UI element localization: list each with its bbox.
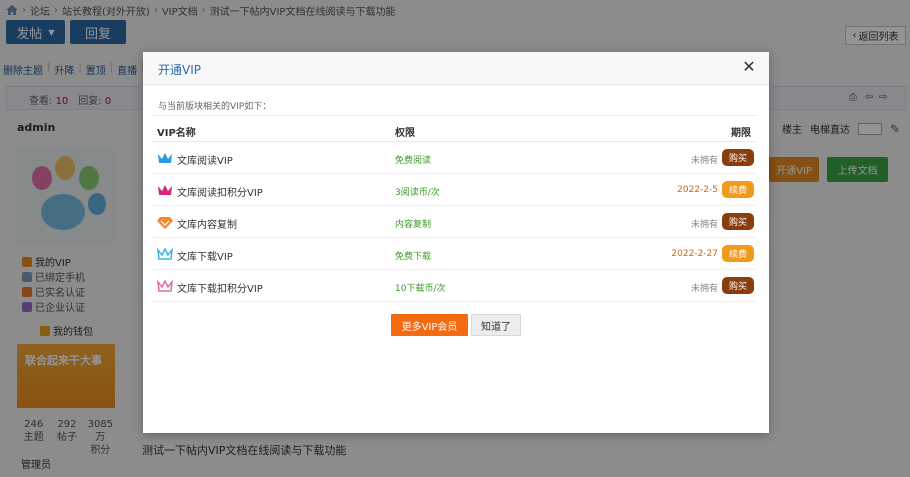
vip-name: 文库下载VIP bbox=[177, 252, 233, 263]
vip-permission: 免费下载 bbox=[395, 252, 432, 262]
buy-button[interactable]: 购买 bbox=[722, 213, 754, 230]
table-row: 文库下载VIP 免费下载 2022-2-27 续费 bbox=[152, 238, 756, 270]
table-row: 文库阅读扣积分VIP 3阅读币/次 2022-2-5 续费 bbox=[152, 174, 756, 206]
table-row: 文库阅读VIP 免费阅读 未拥有 购买 bbox=[152, 142, 756, 174]
vip-permission: 3阅读币/次 bbox=[395, 188, 440, 198]
table-row: 文库下载扣积分VIP 10下载币/次 未拥有 购买 bbox=[152, 270, 756, 302]
renew-button[interactable]: 续费 bbox=[722, 245, 754, 262]
vip-name: 文库下载扣积分VIP bbox=[177, 284, 263, 295]
renew-button[interactable]: 续费 bbox=[722, 181, 754, 198]
orange-diamond-icon bbox=[157, 217, 173, 229]
vip-permission: 免费阅读 bbox=[395, 156, 432, 166]
dialog-description: 与当前版块相关的VIP如下： bbox=[158, 102, 272, 112]
magenta-crown-icon bbox=[158, 185, 172, 195]
dialog-header: 开通VIP ✕ bbox=[143, 52, 769, 85]
vip-expiry: 2022-2-5 bbox=[677, 185, 718, 195]
vip-name: 文库阅读VIP bbox=[177, 156, 233, 167]
vip-permission: 内容复制 bbox=[395, 220, 432, 230]
column-name: VIP名称 bbox=[157, 128, 196, 139]
more-vip-button[interactable]: 更多VIP会员 bbox=[391, 314, 468, 336]
vip-expiry: 2022-2-27 bbox=[671, 249, 718, 259]
cyan-crown-icon bbox=[157, 248, 173, 260]
close-icon[interactable]: ✕ bbox=[741, 59, 757, 75]
vip-permission: 10下载币/次 bbox=[395, 284, 446, 294]
got-it-button[interactable]: 知道了 bbox=[471, 314, 521, 336]
table-row: 文库内容复制 内容复制 未拥有 购买 bbox=[152, 206, 756, 238]
vip-table-header: VIP名称 权限 期限 bbox=[152, 115, 756, 142]
vip-expiry: 未拥有 bbox=[690, 220, 718, 230]
vip-expiry: 未拥有 bbox=[690, 284, 718, 294]
vip-table: VIP名称 权限 期限 文库阅读VIP 免费阅读 未拥有 购买 文库阅读扣积分V… bbox=[152, 115, 756, 302]
blue-crown-icon bbox=[158, 153, 172, 163]
vip-name: 文库阅读扣积分VIP bbox=[177, 188, 263, 199]
buy-button[interactable]: 购买 bbox=[722, 277, 754, 294]
vip-expiry: 未拥有 bbox=[690, 156, 718, 166]
buy-button[interactable]: 购买 bbox=[722, 149, 754, 166]
column-expiry: 期限 bbox=[731, 128, 751, 139]
vip-name: 文库内容复制 bbox=[177, 220, 237, 231]
pink-crown-icon bbox=[157, 280, 173, 292]
open-vip-dialog: 开通VIP ✕ 与当前版块相关的VIP如下： VIP名称 权限 期限 文库阅读V… bbox=[143, 52, 769, 433]
dialog-title: 开通VIP bbox=[158, 63, 201, 77]
column-perm: 权限 bbox=[395, 128, 415, 139]
